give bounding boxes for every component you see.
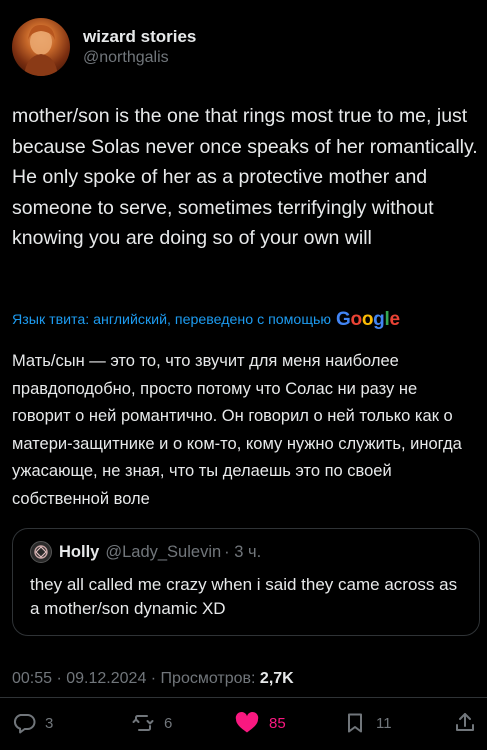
- translated-text: Мать/сын — это то, что звучит для меня н…: [12, 352, 462, 508]
- author-display-name[interactable]: wizard stories: [83, 26, 196, 48]
- like-count: 85: [269, 714, 286, 732]
- share-button[interactable]: [453, 704, 477, 742]
- quoted-time: · 3 ч.: [224, 542, 262, 561]
- bookmark-icon: [348, 713, 362, 733]
- repost-icon: [132, 715, 154, 731]
- repost-button[interactable]: 6: [131, 704, 172, 742]
- tweet-text: mother/son is the one that rings most tr…: [12, 105, 478, 249]
- bookmark-button[interactable]: 11: [343, 704, 392, 742]
- views-count: 2,7K: [259, 670, 294, 687]
- quoted-text: they all called me crazy when i said the…: [30, 575, 458, 618]
- author-avatar[interactable]: [12, 18, 70, 76]
- author-handle[interactable]: @northgalis: [83, 48, 196, 68]
- like-icon: [235, 712, 259, 733]
- bookmark-count: 11: [376, 714, 392, 732]
- tweet-meta: 00:55 · 09.12.2024 · Просмотров: 2,7K: [12, 670, 294, 688]
- timestamp[interactable]: 00:55 · 09.12.2024 · Просмотров:: [12, 670, 255, 687]
- quoted-tweet[interactable]: Holly @Lady_Sulevin · 3 ч. they all call…: [12, 528, 480, 636]
- share-icon: [456, 713, 474, 731]
- tweet-header: wizard stories @northgalis: [12, 14, 196, 80]
- google-logo: Google: [336, 309, 400, 330]
- divider: [0, 697, 487, 698]
- action-bar: 3 6 85 11: [0, 704, 487, 742]
- quoted-display-name: Holly: [59, 542, 100, 561]
- reply-count: 3: [45, 714, 54, 732]
- quoted-handle: @Lady_Sulevin: [105, 542, 222, 561]
- translation-label: Язык твита: английский, переведено с пом…: [12, 312, 332, 328]
- like-button[interactable]: 85: [234, 704, 286, 742]
- reply-icon: [13, 714, 36, 734]
- translation-note[interactable]: Язык твита: английский, переведено с пом…: [12, 309, 400, 331]
- reply-button[interactable]: 3: [12, 704, 53, 742]
- repost-count: 6: [164, 714, 173, 732]
- quoted-avatar: [30, 541, 52, 563]
